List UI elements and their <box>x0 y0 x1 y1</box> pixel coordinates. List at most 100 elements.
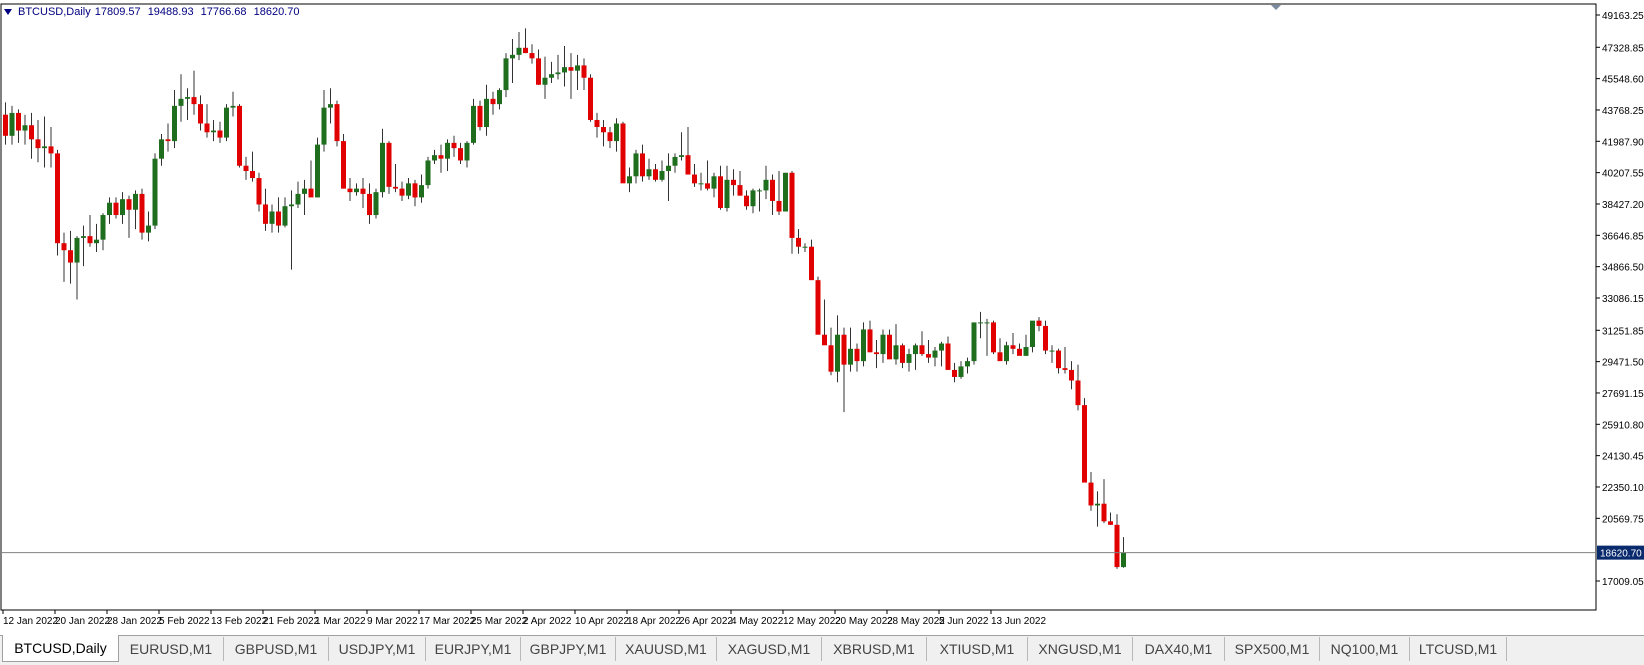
candle-bear <box>1056 350 1061 369</box>
candle-bull <box>763 179 769 191</box>
chart-tab[interactable]: XAUUSD,M1 <box>616 637 717 661</box>
candle-bear <box>458 148 463 161</box>
candle-bull <box>1030 320 1035 348</box>
date-axis-label: 28 May 2022 <box>887 616 945 627</box>
candle-bear <box>139 193 145 233</box>
candle-bear <box>887 334 892 360</box>
candle-bull <box>295 193 301 205</box>
candle-bear <box>607 132 613 142</box>
candle-bull <box>913 345 918 355</box>
candle-bull <box>971 322 977 362</box>
candle-bear <box>529 53 535 59</box>
candle-bear <box>828 345 834 372</box>
candle-bear <box>640 153 645 177</box>
date-axis-label: 4 May 2022 <box>731 616 784 627</box>
chart-tab[interactable]: NQ100,M1 <box>1320 637 1410 661</box>
chart-tab[interactable]: BTCUSD,Daily <box>2 635 119 662</box>
candle-bear <box>341 141 346 189</box>
chart-tab[interactable]: DAX40,M1 <box>1133 637 1225 661</box>
chart-tab[interactable]: XAGUSD,M1 <box>717 637 822 661</box>
chart-tab[interactable]: EURJPY,M1 <box>426 637 521 661</box>
candle-bull <box>659 171 665 180</box>
candle-bull <box>328 104 333 108</box>
high-value: 19488.93 <box>147 6 194 18</box>
candle-bull <box>939 343 944 351</box>
chart-tab[interactable]: LTCUSD,M1 <box>1410 637 1507 661</box>
ohlc-values: 17809.57 19488.93 17766.68 18620.70 <box>95 6 304 18</box>
chart-tab[interactable]: SPX500,M1 <box>1225 637 1320 661</box>
candle-bull <box>698 183 704 185</box>
candle-bear <box>692 174 697 184</box>
candle-bear <box>789 172 795 238</box>
candle-bull <box>562 67 567 73</box>
candle-bull <box>315 144 320 198</box>
candle-bear <box>601 127 606 133</box>
candle-bear <box>991 322 996 353</box>
date-axis-label: 10 Apr 2022 <box>575 616 629 627</box>
candle-bear <box>48 146 54 154</box>
candle-bear <box>822 334 827 346</box>
candle-bull <box>978 322 983 324</box>
candle-bear <box>815 280 821 335</box>
candle-bear <box>29 125 34 140</box>
candle-bull <box>42 146 47 149</box>
candle-bear <box>1043 325 1048 351</box>
candle-bear <box>588 77 593 120</box>
chart-area[interactable]: 49163.25 47328.85 45548.60 43768.25 41987.90… <box>0 0 1644 628</box>
candle-bull <box>646 169 652 177</box>
candle-bear <box>900 345 905 363</box>
chart-tab-bar: BTCUSD,Daily EURUSD,M1 GBPUSD,M1 USDJPY,M1 E… <box>0 635 1644 665</box>
candle-bear <box>919 345 925 355</box>
price-axis-label: 47328.85 <box>1602 43 1644 54</box>
candle-bear <box>35 139 41 149</box>
date-axis-label: 5 Jun 2022 <box>939 616 989 627</box>
chart-tab[interactable]: XBRUSD,M1 <box>822 637 927 661</box>
candle-bull <box>354 188 359 193</box>
candle-bear <box>1088 482 1094 506</box>
candle-bull <box>1004 345 1009 362</box>
candle-bear <box>477 105 483 128</box>
chart-tab[interactable]: GBPUSD,M1 <box>224 637 329 661</box>
chart-tab[interactable]: USDJPY,M1 <box>329 637 426 661</box>
date-axis-label: 12 Jan 2022 <box>3 616 58 627</box>
low-value: 17766.68 <box>200 6 247 18</box>
dropdown-triangle-icon[interactable] <box>4 9 12 15</box>
candle-bull <box>893 345 899 360</box>
price-axis-label: 22350.10 <box>1602 483 1644 494</box>
date-axis-label: 1 Mar 2022 <box>315 616 366 627</box>
candle-bull <box>445 142 450 159</box>
chart-tab[interactable]: GBPJPY,M1 <box>521 637 616 661</box>
candle-bull <box>464 142 470 161</box>
date-axis-label: 2 Apr 2022 <box>523 616 572 627</box>
candle-bull <box>484 98 489 128</box>
candle-bull <box>172 105 177 142</box>
candle-bull <box>159 139 164 159</box>
chart-tab[interactable]: EURUSD,M1 <box>119 637 224 661</box>
candle-bull <box>516 47 522 55</box>
candle-bull <box>419 185 424 198</box>
candle-bull <box>471 105 476 143</box>
candle-bear <box>438 155 444 159</box>
symbol-label: BTCUSD,Daily <box>18 6 91 18</box>
candle-bull <box>906 354 912 363</box>
candle-bear <box>718 176 723 208</box>
candlestick-chart[interactable]: 49163.25 47328.85 45548.60 43768.25 41987.90… <box>0 0 1644 628</box>
candle-bull <box>711 176 717 189</box>
price-axis-label: 17009.05 <box>1602 577 1644 588</box>
candle-bull <box>750 190 756 207</box>
candle-bear <box>796 237 801 247</box>
candle-bull <box>302 188 307 194</box>
candle-bull <box>81 236 86 238</box>
candle-bull <box>74 237 80 263</box>
candle-bull <box>984 322 990 324</box>
candle-bull <box>152 158 158 226</box>
chart-tab[interactable]: XNGUSD,M1 <box>1028 637 1133 661</box>
candle-bear <box>809 246 814 281</box>
chart-tab[interactable]: XTIUSD,M1 <box>927 637 1028 661</box>
candle-bull <box>211 130 216 133</box>
candle-bear <box>594 119 600 128</box>
candle-bull <box>679 155 684 157</box>
candle-bull <box>146 225 151 233</box>
candle-bear <box>367 193 372 216</box>
candle-bear <box>451 142 457 149</box>
